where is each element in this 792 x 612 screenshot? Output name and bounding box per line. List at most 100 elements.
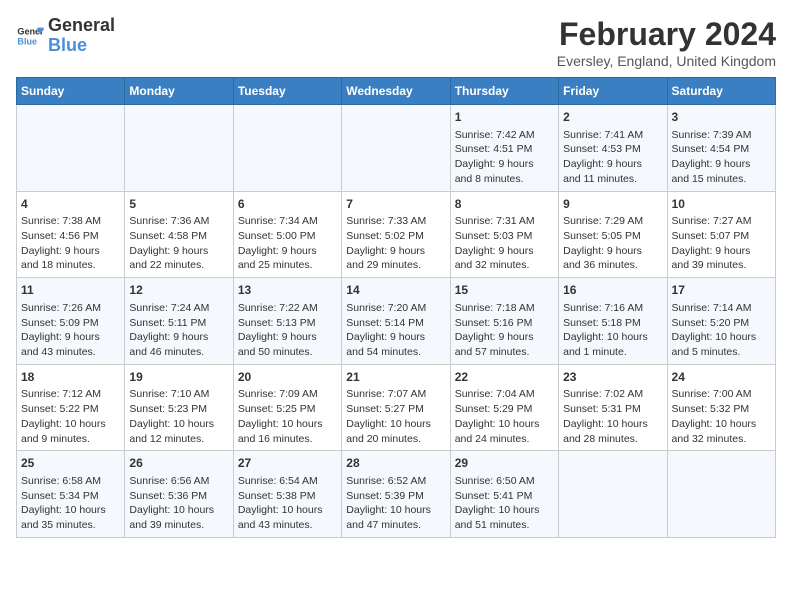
calendar-cell: 26 Sunrise: 6:56 AM Sunset: 5:36 PM Dayli…	[125, 451, 233, 538]
calendar-cell: 2 Sunrise: 7:41 AM Sunset: 4:53 PM Daylig…	[559, 105, 667, 192]
day-info: Sunrise: 7:39 AM Sunset: 4:54 PM Dayligh…	[672, 128, 771, 187]
day-number: 17	[672, 282, 771, 299]
day-number: 21	[346, 369, 445, 386]
day-number: 13	[238, 282, 337, 299]
day-number: 29	[455, 455, 554, 472]
day-header-wednesday: Wednesday	[342, 78, 450, 105]
calendar-table: SundayMondayTuesdayWednesdayThursdayFrid…	[16, 77, 776, 538]
calendar-cell: 13Sunrise: 7:22 AM Sunset: 5:13 PM Dayli…	[233, 278, 341, 365]
day-number: 27	[238, 455, 337, 472]
calendar-cell: 5Sunrise: 7:36 AM Sunset: 4:58 PM Daylig…	[125, 191, 233, 278]
day-info: Sunrise: 6:50 AM Sunset: 5:41 PM Dayligh…	[455, 474, 554, 533]
calendar-cell	[233, 105, 341, 192]
day-info: Sunrise: 6:58 AM Sunset: 5:34 PM Dayligh…	[21, 474, 120, 533]
day-info: Sunrise: 7:24 AM Sunset: 5:11 PM Dayligh…	[129, 301, 228, 360]
day-info: Sunrise: 7:07 AM Sunset: 5:27 PM Dayligh…	[346, 387, 445, 446]
logo-icon: General Blue	[16, 22, 44, 50]
day-number: 2	[563, 109, 662, 126]
day-header-monday: Monday	[125, 78, 233, 105]
day-info: Sunrise: 7:20 AM Sunset: 5:14 PM Dayligh…	[346, 301, 445, 360]
day-number: 14	[346, 282, 445, 299]
calendar-cell: 25 Sunrise: 6:58 AM Sunset: 5:34 PM Dayli…	[17, 451, 125, 538]
day-header-friday: Friday	[559, 78, 667, 105]
calendar-cell: 16 Sunrise: 7:16 AM Sunset: 5:18 PM Dayli…	[559, 278, 667, 365]
day-info: Sunrise: 7:34 AM Sunset: 5:00 PM Dayligh…	[238, 214, 337, 273]
day-number: 6	[238, 196, 337, 213]
day-info: Sunrise: 7:16 AM Sunset: 5:18 PM Dayligh…	[563, 301, 662, 360]
day-number: 8	[455, 196, 554, 213]
day-number: 18	[21, 369, 120, 386]
day-info: Sunrise: 7:31 AM Sunset: 5:03 PM Dayligh…	[455, 214, 554, 273]
calendar-cell: 10Sunrise: 7:27 AM Sunset: 5:07 PM Dayli…	[667, 191, 775, 278]
calendar-cell: 24Sunrise: 7:00 AM Sunset: 5:32 PM Dayli…	[667, 364, 775, 451]
day-number: 7	[346, 196, 445, 213]
title-area: February 2024 Eversley, England, United …	[557, 16, 776, 69]
calendar-cell	[125, 105, 233, 192]
calendar-cell	[667, 451, 775, 538]
calendar-cell: 6Sunrise: 7:34 AM Sunset: 5:00 PM Daylig…	[233, 191, 341, 278]
day-info: Sunrise: 7:42 AM Sunset: 4:51 PM Dayligh…	[455, 128, 554, 187]
day-header-saturday: Saturday	[667, 78, 775, 105]
day-header-row: SundayMondayTuesdayWednesdayThursdayFrid…	[17, 78, 776, 105]
day-number: 24	[672, 369, 771, 386]
week-row-1: 1 Sunrise: 7:42 AM Sunset: 4:51 PM Daylig…	[17, 105, 776, 192]
calendar-cell: 19Sunrise: 7:10 AM Sunset: 5:23 PM Dayli…	[125, 364, 233, 451]
day-info: Sunrise: 7:36 AM Sunset: 4:58 PM Dayligh…	[129, 214, 228, 273]
calendar-cell: 12Sunrise: 7:24 AM Sunset: 5:11 PM Dayli…	[125, 278, 233, 365]
day-info: Sunrise: 7:41 AM Sunset: 4:53 PM Dayligh…	[563, 128, 662, 187]
day-info: Sunrise: 7:02 AM Sunset: 5:31 PM Dayligh…	[563, 387, 662, 446]
day-header-thursday: Thursday	[450, 78, 558, 105]
day-number: 28	[346, 455, 445, 472]
calendar-cell	[342, 105, 450, 192]
day-number: 15	[455, 282, 554, 299]
day-number: 23	[563, 369, 662, 386]
calendar-cell: 1 Sunrise: 7:42 AM Sunset: 4:51 PM Daylig…	[450, 105, 558, 192]
day-number: 11	[21, 282, 120, 299]
day-info: Sunrise: 7:04 AM Sunset: 5:29 PM Dayligh…	[455, 387, 554, 446]
calendar-cell: 8Sunrise: 7:31 AM Sunset: 5:03 PM Daylig…	[450, 191, 558, 278]
day-info: Sunrise: 7:33 AM Sunset: 5:02 PM Dayligh…	[346, 214, 445, 273]
day-info: Sunrise: 6:54 AM Sunset: 5:38 PM Dayligh…	[238, 474, 337, 533]
calendar-cell	[17, 105, 125, 192]
day-info: Sunrise: 7:00 AM Sunset: 5:32 PM Dayligh…	[672, 387, 771, 446]
week-row-2: 4Sunrise: 7:38 AM Sunset: 4:56 PM Daylig…	[17, 191, 776, 278]
svg-text:Blue: Blue	[17, 36, 37, 46]
calendar-cell: 9Sunrise: 7:29 AM Sunset: 5:05 PM Daylig…	[559, 191, 667, 278]
day-number: 26	[129, 455, 228, 472]
calendar-cell: 18Sunrise: 7:12 AM Sunset: 5:22 PM Dayli…	[17, 364, 125, 451]
calendar-cell: 7Sunrise: 7:33 AM Sunset: 5:02 PM Daylig…	[342, 191, 450, 278]
day-number: 4	[21, 196, 120, 213]
day-info: Sunrise: 6:56 AM Sunset: 5:36 PM Dayligh…	[129, 474, 228, 533]
day-header-tuesday: Tuesday	[233, 78, 341, 105]
day-info: Sunrise: 7:14 AM Sunset: 5:20 PM Dayligh…	[672, 301, 771, 360]
calendar-title: February 2024	[557, 16, 776, 53]
day-number: 20	[238, 369, 337, 386]
day-number: 1	[455, 109, 554, 126]
calendar-cell: 27 Sunrise: 6:54 AM Sunset: 5:38 PM Dayli…	[233, 451, 341, 538]
week-row-5: 25 Sunrise: 6:58 AM Sunset: 5:34 PM Dayli…	[17, 451, 776, 538]
day-info: Sunrise: 7:18 AM Sunset: 5:16 PM Dayligh…	[455, 301, 554, 360]
calendar-cell: 15 Sunrise: 7:18 AM Sunset: 5:16 PM Dayli…	[450, 278, 558, 365]
calendar-cell: 29 Sunrise: 6:50 AM Sunset: 5:41 PM Dayli…	[450, 451, 558, 538]
calendar-cell: 11 Sunrise: 7:26 AM Sunset: 5:09 PM Dayli…	[17, 278, 125, 365]
calendar-cell: 20Sunrise: 7:09 AM Sunset: 5:25 PM Dayli…	[233, 364, 341, 451]
day-number: 19	[129, 369, 228, 386]
week-row-3: 11 Sunrise: 7:26 AM Sunset: 5:09 PM Dayli…	[17, 278, 776, 365]
day-info: Sunrise: 6:52 AM Sunset: 5:39 PM Dayligh…	[346, 474, 445, 533]
day-number: 16	[563, 282, 662, 299]
day-number: 5	[129, 196, 228, 213]
day-number: 9	[563, 196, 662, 213]
day-number: 25	[21, 455, 120, 472]
day-info: Sunrise: 7:12 AM Sunset: 5:22 PM Dayligh…	[21, 387, 120, 446]
day-header-sunday: Sunday	[17, 78, 125, 105]
day-info: Sunrise: 7:27 AM Sunset: 5:07 PM Dayligh…	[672, 214, 771, 273]
logo-text: General Blue	[48, 16, 115, 56]
day-info: Sunrise: 7:09 AM Sunset: 5:25 PM Dayligh…	[238, 387, 337, 446]
calendar-subtitle: Eversley, England, United Kingdom	[557, 53, 776, 69]
calendar-cell: 21Sunrise: 7:07 AM Sunset: 5:27 PM Dayli…	[342, 364, 450, 451]
logo: General Blue General Blue	[16, 16, 115, 56]
calendar-cell: 17 Sunrise: 7:14 AM Sunset: 5:20 PM Dayli…	[667, 278, 775, 365]
day-info: Sunrise: 7:26 AM Sunset: 5:09 PM Dayligh…	[21, 301, 120, 360]
calendar-cell: 3Sunrise: 7:39 AM Sunset: 4:54 PM Daylig…	[667, 105, 775, 192]
day-number: 22	[455, 369, 554, 386]
